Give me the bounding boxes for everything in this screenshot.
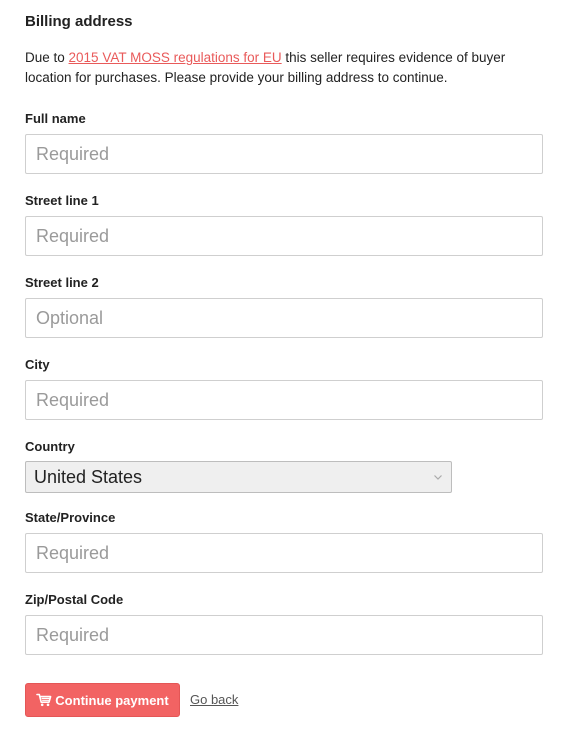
city-input[interactable]	[25, 380, 543, 420]
street-line-2-input[interactable]	[25, 298, 543, 338]
country-select[interactable]: United States	[25, 461, 452, 493]
state-province-label: State/Province	[25, 510, 116, 525]
billing-address-form: Billing address Due to 2015 VAT MOSS reg…	[0, 0, 579, 744]
country-selected-value: United States	[34, 466, 143, 487]
zip-postal-code-label: Zip/Postal Code	[25, 592, 124, 607]
form-title: Billing address	[25, 13, 133, 30]
continue-payment-button[interactable]: Continue payment	[25, 683, 180, 717]
state-province-input[interactable]	[25, 533, 543, 573]
full-name-input[interactable]	[25, 134, 543, 174]
continue-payment-label: Continue payment	[55, 692, 169, 708]
vat-moss-link[interactable]: 2015 VAT MOSS regulations for EU	[69, 50, 282, 65]
chevron-down-icon	[433, 472, 443, 482]
cart-icon	[36, 693, 52, 707]
full-name-label: Full name	[25, 111, 86, 126]
street-line-1-input[interactable]	[25, 216, 543, 256]
street-line-1-label: Street line 1	[25, 193, 99, 208]
intro-text: Due to 2015 VAT MOSS regulations for EU …	[25, 48, 555, 88]
street-line-2-label: Street line 2	[25, 275, 99, 290]
go-back-link[interactable]: Go back	[190, 692, 238, 707]
city-label: City	[25, 357, 50, 372]
country-label: Country	[25, 439, 75, 454]
intro-text-before: Due to	[25, 50, 69, 65]
zip-postal-code-input[interactable]	[25, 615, 543, 655]
